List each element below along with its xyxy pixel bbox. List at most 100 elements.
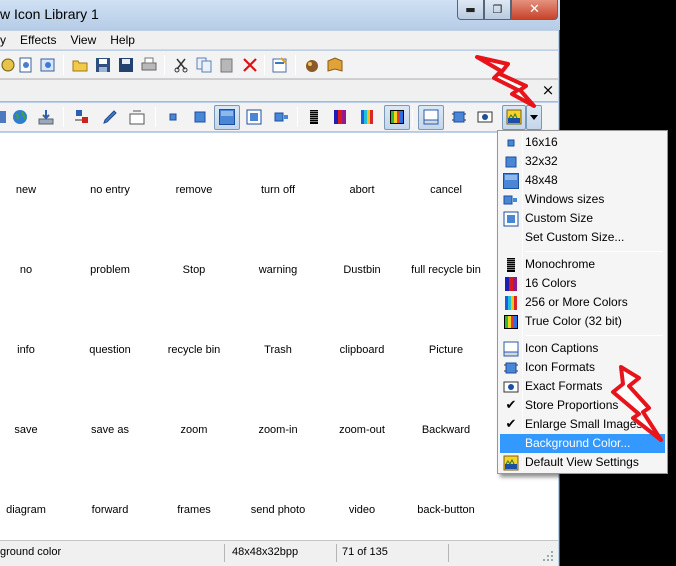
icon-caption[interactable]: save (0, 424, 52, 436)
icon-caption[interactable]: forward (68, 504, 152, 516)
effects-icon[interactable] (304, 57, 320, 73)
status-message: ground color (0, 546, 62, 558)
16-colors-icon[interactable] (332, 109, 348, 125)
icon-caption[interactable]: question (68, 344, 152, 356)
menu-item-256-colors[interactable]: 256 or More Colors (500, 293, 665, 312)
resize-grip-icon[interactable] (542, 550, 554, 562)
menu-item-48x48[interactable]: 48x48 (500, 171, 665, 190)
cut-icon[interactable] (173, 57, 189, 73)
menu-item-custom-size[interactable]: Custom Size (500, 209, 665, 228)
toolbar-separator (412, 107, 413, 127)
menu-effects[interactable]: Effects (13, 31, 63, 50)
icon-caption[interactable]: new (0, 184, 52, 196)
properties-icon[interactable] (272, 57, 288, 73)
close-tab-icon[interactable]: × (539, 81, 557, 100)
custom-size-icon (503, 211, 519, 227)
icon-caption[interactable]: turn off (236, 184, 320, 196)
icon-formats-icon[interactable] (451, 109, 467, 125)
size-32-icon (505, 156, 517, 168)
menu-view[interactable]: View (63, 31, 103, 50)
monochrome-icon (507, 258, 515, 272)
monochrome-icon[interactable] (306, 109, 322, 125)
web-globe-icon[interactable] (12, 109, 28, 125)
delete-icon[interactable] (242, 57, 258, 73)
icon-caption[interactable]: zoom (152, 424, 236, 436)
minimize-button[interactable]: ▬ (457, 0, 484, 20)
icon-caption[interactable]: clipboard (320, 344, 404, 356)
save-icon[interactable] (95, 57, 111, 73)
icon-caption[interactable]: zoom-out (320, 424, 404, 436)
icon-caption[interactable]: Picture (404, 344, 488, 356)
icon-caption[interactable]: remove (152, 184, 236, 196)
menu-help[interactable]: Help (103, 31, 142, 50)
menu-item-true-color[interactable]: True Color (32 bit) (500, 312, 665, 331)
menu-item-windows-sizes[interactable]: Windows sizes (500, 190, 665, 209)
exact-formats-icon (503, 381, 519, 393)
icon-caption[interactable]: Backward (404, 424, 488, 436)
16-colors-icon (505, 277, 517, 291)
menu-item-default-view-settings[interactable]: Default View Settings (500, 453, 665, 472)
maximize-button[interactable]: ❐ (484, 0, 511, 20)
status-bar: ground color 48x48x32bpp 71 of 135 (0, 540, 558, 566)
icon-caption[interactable]: cancel (404, 184, 488, 196)
toolbar-separator (155, 107, 156, 127)
find-icon[interactable] (0, 57, 16, 73)
size-16-icon[interactable] (165, 109, 181, 125)
size-32-icon[interactable] (192, 109, 208, 125)
window-title: w Icon Library 1 (0, 6, 99, 22)
icon-caption[interactable]: recycle bin (152, 344, 236, 356)
menu-item-16-colors[interactable]: 16 Colors (500, 274, 665, 293)
icon-caption[interactable]: problem (68, 264, 152, 276)
menu-edit[interactable]: y (0, 31, 13, 50)
background-color-icon (503, 455, 519, 471)
icon-captions-icon (503, 341, 519, 357)
download-icon[interactable] (38, 109, 54, 125)
close-button[interactable]: ✕ (511, 0, 558, 20)
icon-caption[interactable]: Trash (236, 344, 320, 356)
icon-caption[interactable]: zoom-in (236, 424, 320, 436)
icon-caption[interactable]: info (0, 344, 52, 356)
icon-caption[interactable]: abort (320, 184, 404, 196)
icon-caption[interactable]: frames (152, 504, 236, 516)
toolbar-separator (297, 107, 298, 127)
exact-formats-icon[interactable] (477, 109, 493, 125)
icon-caption[interactable]: warning (236, 264, 320, 276)
icon-caption[interactable]: Stop (152, 264, 236, 276)
pencil-icon[interactable] (102, 109, 118, 125)
icon-caption[interactable]: full recycle bin (404, 264, 488, 276)
icon-caption[interactable]: diagram (0, 504, 52, 516)
book-icon[interactable] (327, 57, 343, 73)
library-search-icon[interactable] (40, 57, 56, 73)
toolbar-separator (264, 55, 265, 75)
menu-item-32x32[interactable]: 32x32 (500, 152, 665, 171)
custom-size-icon[interactable] (246, 109, 262, 125)
windows-sizes-icon[interactable] (274, 109, 290, 125)
document-search-icon[interactable] (18, 57, 34, 73)
annotation-bolt-icon (611, 365, 663, 442)
open-folder-icon[interactable] (72, 57, 88, 73)
menu-item-monochrome[interactable]: Monochrome (500, 255, 665, 274)
icon-caption[interactable]: no (0, 264, 52, 276)
icon-caption[interactable]: video (320, 504, 404, 516)
icon-caption[interactable]: Dustbin (320, 264, 404, 276)
status-position: 71 of 135 (342, 546, 388, 558)
menu-item-set-custom-size[interactable]: Set Custom Size... (500, 228, 665, 247)
toolbar-separator (63, 107, 64, 127)
icon-caption[interactable]: save as (68, 424, 152, 436)
256-colors-icon[interactable] (359, 109, 375, 125)
annotation-bolt-icon (475, 55, 536, 108)
icon-caption[interactable]: send photo (236, 504, 320, 516)
paste-icon[interactable] (219, 57, 235, 73)
print-icon[interactable] (141, 57, 157, 73)
icon-grid: new no entry remove turn off abort cancel no pr… (0, 133, 558, 540)
save-all-icon[interactable] (118, 57, 134, 73)
menu-item-16x16[interactable]: 16x16 (500, 133, 665, 152)
arrange-icon[interactable] (74, 109, 90, 125)
size-16-icon (507, 139, 515, 147)
title-bar[interactable]: w Icon Library 1 ▬ ❐ ✕ (0, 0, 560, 30)
rename-icon[interactable] (129, 109, 145, 125)
icon-caption[interactable]: back-button (404, 504, 488, 516)
menu-item-icon-captions[interactable]: Icon Captions (500, 339, 665, 358)
icon-caption[interactable]: no entry (68, 184, 152, 196)
copy-icon[interactable] (196, 57, 212, 73)
